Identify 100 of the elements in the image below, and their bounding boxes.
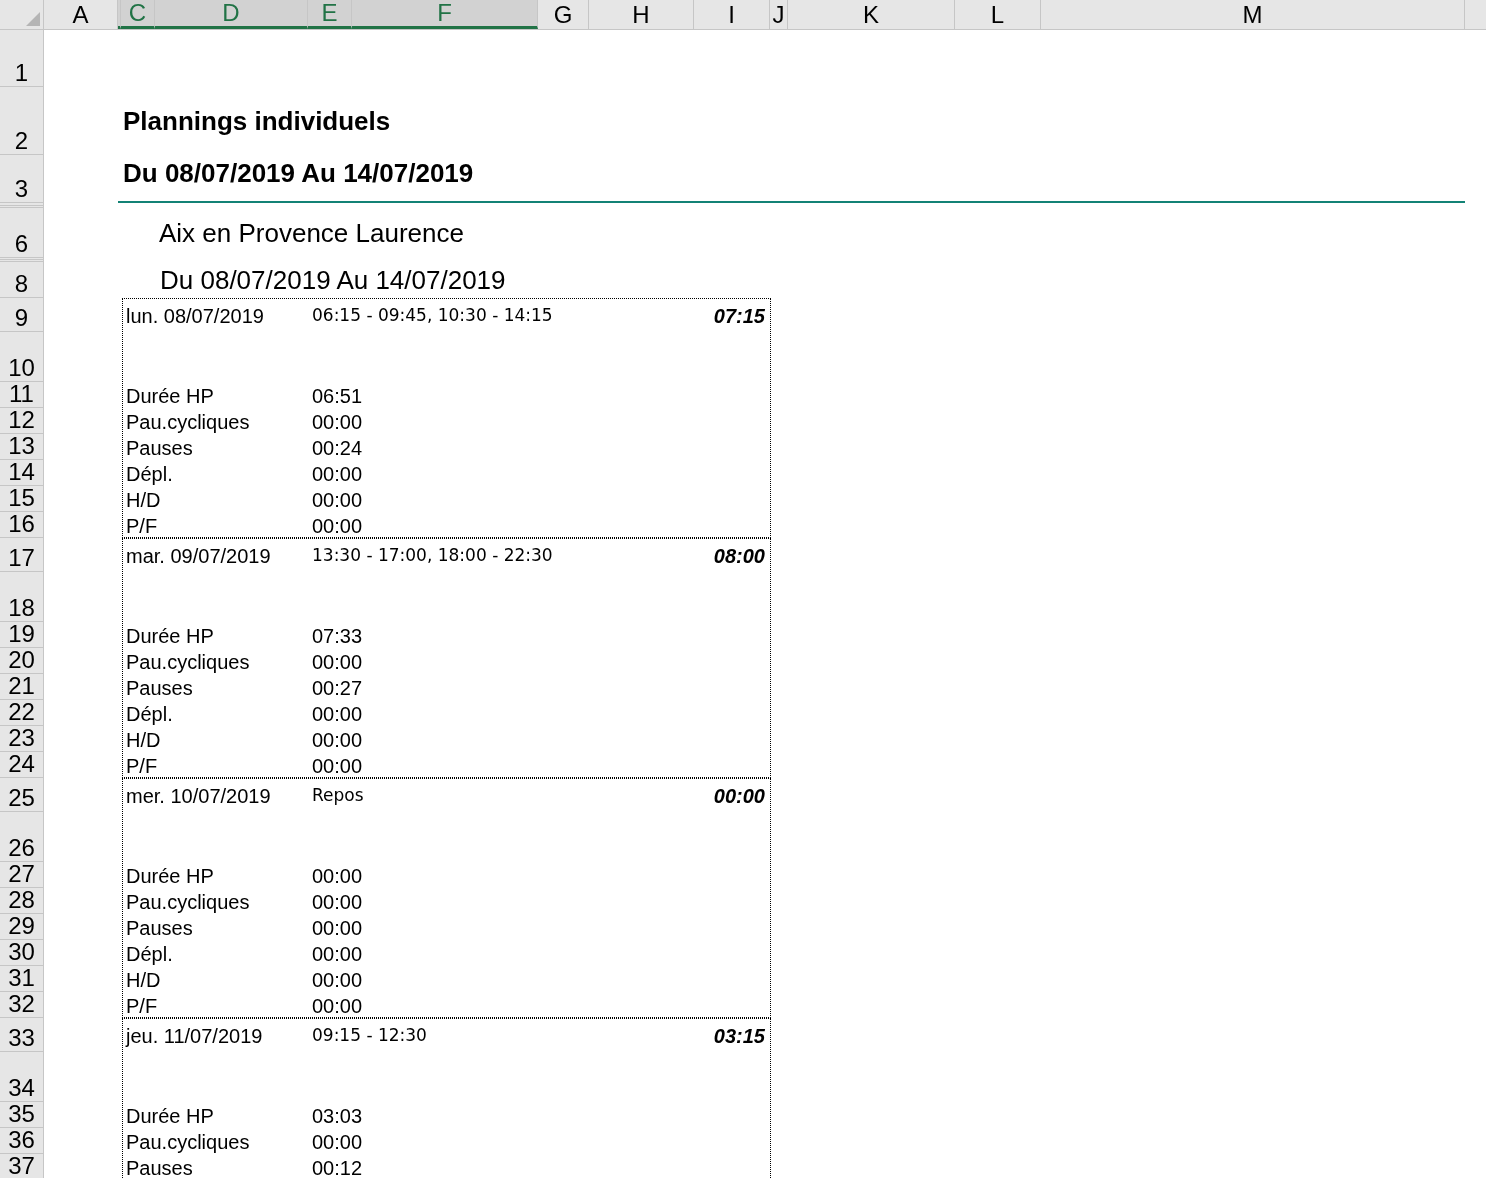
stat-label: Pau.cycliques [126,1130,251,1154]
row-header[interactable]: 21 [0,674,43,700]
select-all-icon[interactable] [26,12,40,26]
row-header[interactable]: 19 [0,622,43,648]
row-header[interactable]: 8 [0,262,43,298]
column-header[interactable]: C [121,0,155,29]
stat-label: Pauses [126,1156,194,1178]
day-date: jeu. 11/07/2019 [126,1023,264,1049]
stat-label: Durée HP [126,624,215,648]
day-total: 08:00 [713,543,765,569]
row-header[interactable]: 16 [0,512,43,538]
row-header[interactable]: 17 [0,538,43,572]
stat-value: 00:00 [312,1130,363,1154]
stat-label: Durée HP [126,864,215,888]
row-header[interactable]: 9 [0,298,43,332]
stat-value: 00:00 [312,410,363,434]
column-header[interactable]: I [694,0,770,29]
row-header[interactable]: 1 [0,30,43,87]
stat-label: H/D [126,968,162,992]
row-header[interactable]: 3 [0,155,43,203]
column-header[interactable]: G [538,0,589,29]
column-header[interactable]: L [955,0,1041,29]
row-header[interactable]: 22 [0,700,43,726]
employee-name: Aix en Provence Laurence [159,216,464,250]
row-header[interactable]: 33 [0,1018,43,1052]
stat-label: Dépl. [126,942,174,966]
row-header[interactable]: 30 [0,940,43,966]
row-header[interactable]: 15 [0,486,43,512]
column-header[interactable]: D [155,0,308,29]
stat-value: 00:00 [312,488,363,512]
stat-value: 00:00 [312,462,363,486]
stat-label: P/F [126,994,159,1018]
stat-label: Durée HP [126,384,215,408]
shift-times: 06:15 - 09:45, 10:30 - 14:15 [312,303,554,327]
day-total: 07:15 [713,303,765,329]
sheet-title: Plannings individuels [123,104,391,138]
stat-value: 00:12 [312,1156,363,1178]
day-date: lun. 08/07/2019 [126,303,265,329]
stat-value: 06:51 [312,384,363,408]
stat-value: 00:00 [312,916,363,940]
stat-value: 00:24 [312,436,363,460]
stat-label: P/F [126,754,159,778]
stat-value: 00:00 [312,968,363,992]
row-header[interactable]: 27 [0,862,43,888]
stat-value: 00:00 [312,942,363,966]
row-header[interactable]: 31 [0,966,43,992]
shift-times: 09:15 - 12:30 [312,1023,428,1047]
stat-label: Dépl. [126,702,174,726]
shift-times: Repos [312,783,365,807]
row-header[interactable]: 23 [0,726,43,752]
stat-value: 00:00 [312,650,363,674]
row-header[interactable]: 6 [0,208,43,258]
stat-label: Pau.cycliques [126,410,251,434]
row-header[interactable]: 13 [0,434,43,460]
row-header[interactable]: 10 [0,332,43,382]
day-total: 00:00 [713,783,765,809]
stat-label: Dépl. [126,462,174,486]
row-header[interactable]: 18 [0,572,43,622]
stat-label: Pauses [126,916,194,940]
column-header[interactable]: F [352,0,538,29]
stat-label: Pau.cycliques [126,650,251,674]
column-header[interactable]: K [788,0,955,29]
row-header[interactable]: 28 [0,888,43,914]
column-header[interactable]: E [308,0,352,29]
row-header[interactable]: 29 [0,914,43,940]
column-header[interactable]: M [1041,0,1465,29]
stat-value: 00:00 [312,864,363,888]
stat-value: 00:00 [312,514,363,538]
stat-label: Pauses [126,436,194,460]
row-header[interactable]: 20 [0,648,43,674]
stat-value: 00:27 [312,676,363,700]
row-header[interactable]: 25 [0,778,43,812]
stat-label: Pau.cycliques [126,890,251,914]
period-text: Du 08/07/2019 Au 14/07/2019 [160,263,506,297]
row-header[interactable]: 24 [0,752,43,778]
row-header[interactable]: 11 [0,382,43,408]
column-header[interactable]: H [589,0,694,29]
day-date: mer. 10/07/2019 [126,783,272,809]
row-header[interactable]: 26 [0,812,43,862]
column-header[interactable]: J [770,0,788,29]
row-header[interactable]: 35 [0,1102,43,1128]
row-header[interactable]: 12 [0,408,43,434]
stat-value: 00:00 [312,890,363,914]
stat-value: 00:00 [312,702,363,726]
stat-label: Durée HP [126,1104,215,1128]
stat-label: H/D [126,728,162,752]
stat-value: 00:00 [312,754,363,778]
stat-value: 03:03 [312,1104,363,1128]
row-header[interactable]: 2 [0,87,43,155]
stat-label: P/F [126,514,159,538]
row-header[interactable]: 37 [0,1154,43,1178]
row-header[interactable]: 34 [0,1052,43,1102]
row-header[interactable]: 36 [0,1128,43,1154]
day-date: mar. 09/07/2019 [126,543,272,569]
day-total: 03:15 [713,1023,765,1049]
stat-value: 07:33 [312,624,363,648]
row-header[interactable]: 14 [0,460,43,486]
stat-label: H/D [126,488,162,512]
stat-label: Pauses [126,676,194,700]
row-header[interactable]: 32 [0,992,43,1018]
